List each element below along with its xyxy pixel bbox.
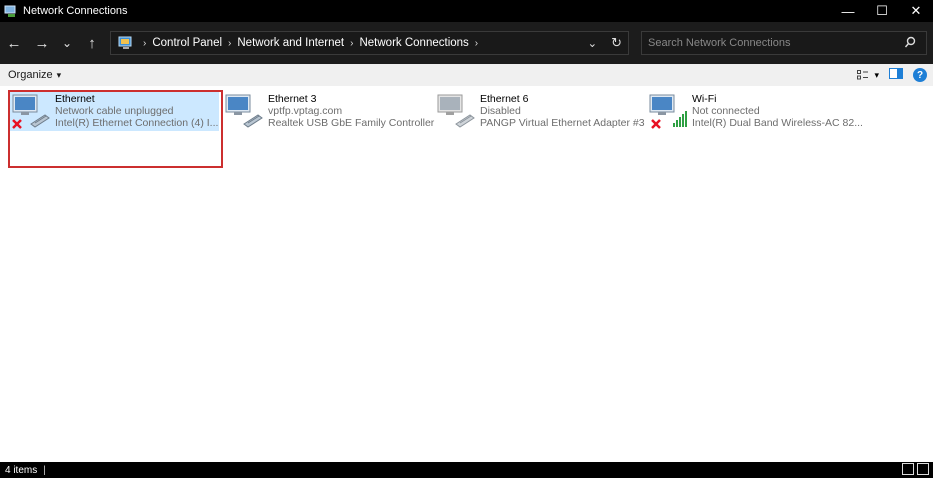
network-connections-app-icon xyxy=(4,4,18,18)
view-dropdown-icon: ▾ xyxy=(874,69,879,80)
change-view-button[interactable]: ▾ xyxy=(857,70,879,81)
wired-network-icon xyxy=(222,91,268,131)
connection-name: Ethernet 3 xyxy=(268,93,317,105)
wireless-network-icon xyxy=(646,91,692,131)
organize-dropdown-icon: ▾ xyxy=(56,69,62,80)
connection-device: Intel(R) Dual Band Wireless-AC 82... xyxy=(692,117,863,129)
connection-item-ethernet-6[interactable]: Ethernet 6 Disabled PANGP Virtual Ethern… xyxy=(434,91,645,131)
preview-pane-icon xyxy=(889,68,903,79)
connection-name: Wi-Fi xyxy=(692,93,717,105)
connection-status: Disabled xyxy=(480,105,521,117)
breadcrumb-separator: › xyxy=(143,37,147,49)
breadcrumb-separator: › xyxy=(228,37,232,49)
forward-button[interactable]: → xyxy=(31,32,53,54)
title-bar: Network Connections — ☐ ✕ xyxy=(0,0,933,22)
breadcrumb-network-and-internet[interactable]: Network and Internet xyxy=(237,37,344,49)
address-bar[interactable]: › Control Panel › Network and Internet › Ne… xyxy=(110,31,629,55)
recent-locations-button[interactable]: ⌄ xyxy=(56,32,78,54)
connection-device: Realtek USB GbE Family Controller xyxy=(268,117,435,129)
organize-button[interactable]: Organize ▾ xyxy=(8,69,61,81)
window-title: Network Connections xyxy=(23,5,128,17)
disconnected-error-icon xyxy=(651,119,661,129)
breadcrumb-separator: › xyxy=(350,37,354,49)
connections-view: Ethernet Network cable unplugged Intel(R… xyxy=(0,86,933,462)
organize-label: Organize xyxy=(8,69,53,81)
maximize-button[interactable]: ☐ xyxy=(865,0,899,22)
view-options-icon xyxy=(857,70,869,80)
search-input[interactable] xyxy=(648,37,888,49)
breadcrumb-chevron-icon[interactable]: › xyxy=(475,38,478,49)
search-icon[interactable] xyxy=(904,36,916,53)
close-button[interactable]: ✕ xyxy=(899,0,933,22)
breadcrumb-network-connections[interactable]: Network Connections xyxy=(359,37,468,49)
selection-highlight-box xyxy=(8,90,223,168)
back-button[interactable]: ← xyxy=(3,32,25,54)
minimize-button[interactable]: — xyxy=(831,0,865,22)
connection-name: Ethernet 6 xyxy=(480,93,529,105)
item-count: 4 items xyxy=(5,464,38,476)
large-icons-view-button[interactable] xyxy=(917,463,929,475)
connection-item-ethernet-3[interactable]: Ethernet 3 vptfp.vptag.com Realtek USB G… xyxy=(222,91,435,131)
connection-device: PANGP Virtual Ethernet Adapter #3 xyxy=(480,117,645,129)
search-box[interactable] xyxy=(641,31,927,55)
connection-item-wifi[interactable]: Wi-Fi Not connected Intel(R) Dual Band W… xyxy=(646,91,863,131)
details-view-button[interactable] xyxy=(902,463,914,475)
breadcrumb-control-panel[interactable]: Control Panel xyxy=(152,37,222,49)
control-panel-icon xyxy=(118,36,134,50)
connection-status: Not connected xyxy=(692,105,760,117)
preview-pane-button[interactable] xyxy=(889,68,903,82)
command-bar: Organize ▾ ▾ ? xyxy=(0,64,933,86)
help-icon[interactable]: ? xyxy=(913,68,927,82)
up-button[interactable]: ↑ xyxy=(81,32,103,54)
refresh-button[interactable]: ↻ xyxy=(611,35,622,51)
status-separator: | xyxy=(43,464,46,476)
connection-status: vptfp.vptag.com xyxy=(268,105,343,117)
address-dropdown-button[interactable]: ⌄ xyxy=(587,36,597,50)
status-bar: 4 items | xyxy=(0,462,933,478)
navigation-bar: ← → ⌄ ↑ › Control Panel › Network and Inte… xyxy=(0,22,933,64)
disabled-network-icon xyxy=(434,91,480,131)
